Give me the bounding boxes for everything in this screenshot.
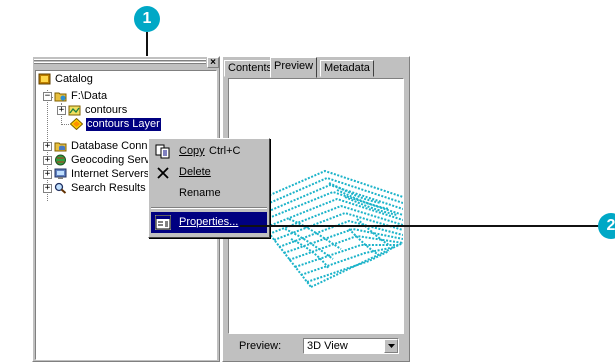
menu-label: Copy <box>179 145 205 157</box>
preview-label: Preview: <box>239 340 282 352</box>
dropdown-value: 3D View <box>307 340 348 352</box>
expand-icon[interactable]: + <box>57 106 66 115</box>
expand-icon[interactable]: + <box>43 142 52 151</box>
expand-icon[interactable]: + <box>43 170 52 179</box>
expand-icon[interactable]: + <box>43 184 52 193</box>
menu-item-copy[interactable]: Copy Ctrl+C <box>151 141 267 162</box>
coverage-icon <box>68 105 81 116</box>
menu-item-properties[interactable]: Properties... <box>151 212 267 233</box>
tree-label: contours <box>85 104 128 116</box>
preview-view-dropdown[interactable]: 3D View <box>303 338 399 354</box>
tab-label: Metadata <box>324 62 370 74</box>
tree-label: Geocoding Servic <box>71 154 158 166</box>
panel-grip[interactable] <box>34 58 206 66</box>
callout-2-number: 2 <box>606 217 615 234</box>
menu-label: Properties... <box>179 216 239 228</box>
tab-contents[interactable]: Contents <box>224 60 277 77</box>
callout-2: 2 <box>598 213 615 239</box>
menu-label: Rename <box>179 187 221 199</box>
callout-2-leader <box>240 225 600 227</box>
properties-icon <box>155 215 171 230</box>
callout-1: 1 <box>134 6 160 32</box>
tab-preview[interactable]: Preview <box>270 57 318 78</box>
geocoding-icon <box>55 154 66 166</box>
tree-label: F:\Data <box>71 90 108 102</box>
expand-icon[interactable]: + <box>43 156 52 165</box>
catalog-icon <box>38 73 51 85</box>
internet-server-icon <box>54 168 67 179</box>
menu-label: Delete <box>179 166 211 178</box>
tree-label: Internet Servers <box>71 168 150 180</box>
tree-label: contours Layer <box>86 118 161 131</box>
tree-label: Search Results <box>71 182 146 194</box>
tab-metadata[interactable]: Metadata <box>320 60 374 77</box>
menu-item-rename[interactable]: Rename <box>151 183 267 204</box>
context-menu: Copy Ctrl+C Delete Rename Properties... <box>148 138 270 238</box>
tab-label: Contents <box>228 62 273 74</box>
delete-icon <box>157 167 169 179</box>
close-icon[interactable]: × <box>207 57 219 68</box>
tree-label: Catalog <box>55 73 93 85</box>
tab-label: Preview <box>274 60 314 72</box>
layer-icon <box>70 118 83 130</box>
collapse-icon[interactable]: − <box>43 92 52 101</box>
folder-connection-icon <box>54 92 67 102</box>
copy-icon <box>155 144 170 159</box>
dropdown-arrow-icon[interactable] <box>384 339 398 353</box>
menu-item-delete[interactable]: Delete <box>151 162 267 183</box>
tree-label: Database Connec <box>71 140 160 152</box>
menu-separator <box>151 207 267 209</box>
search-results-icon <box>54 182 67 194</box>
callout-1-number: 1 <box>142 10 152 27</box>
menu-shortcut: Ctrl+C <box>209 145 241 157</box>
database-icon <box>54 142 67 152</box>
